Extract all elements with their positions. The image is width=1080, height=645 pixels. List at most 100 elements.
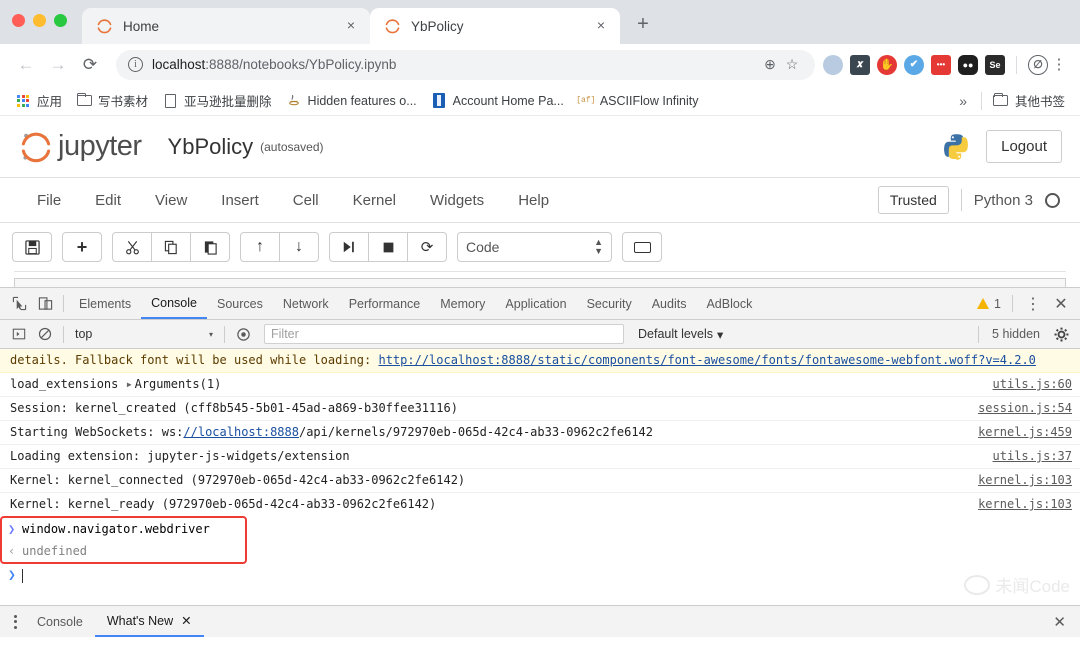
devtools-tab-memory[interactable]: Memory [430, 288, 495, 319]
menu-file[interactable]: File [20, 186, 78, 215]
console-row-log[interactable]: load_extensions ▸Arguments(1) utils.js:6… [0, 373, 1080, 397]
close-icon[interactable]: × [592, 17, 610, 35]
devtools-more-button[interactable]: ⋮ [1020, 291, 1046, 317]
bookmark-other-bookmarks[interactable]: 其他书签 [986, 89, 1072, 113]
menu-edit[interactable]: Edit [78, 186, 138, 215]
reload-button[interactable]: ⟳ [74, 49, 106, 81]
execution-context-select[interactable]: top ▾ [69, 324, 219, 344]
menu-help[interactable]: Help [501, 186, 566, 215]
bookmark-amazon-bulk-delete[interactable]: 亚马逊批量删除 [155, 89, 279, 113]
devtools-tab-audits[interactable]: Audits [642, 288, 697, 319]
bookmark-apps[interactable]: 应用 [8, 89, 69, 113]
console-settings-gear-icon[interactable] [1048, 321, 1074, 347]
console-output-row[interactable]: ‹ undefined [2, 540, 245, 562]
devtools-close-button[interactable]: ✕ [1048, 291, 1074, 317]
browser-menu-button[interactable]: ⋮ [1048, 57, 1070, 72]
command-palette-button[interactable] [622, 232, 662, 262]
maximize-window-button[interactable] [54, 14, 67, 27]
toggle-device-toolbar-icon[interactable] [32, 291, 58, 317]
minimize-window-button[interactable] [33, 14, 46, 27]
console-row-log[interactable]: Loading extension: jupyter-js-widgets/ex… [0, 445, 1080, 469]
console-row-log[interactable]: Session: kernel_created (cff8b545-5b01-4… [0, 397, 1080, 421]
drawer-tab-console[interactable]: Console [25, 606, 95, 637]
close-window-button[interactable] [12, 14, 25, 27]
close-icon[interactable]: × [342, 17, 360, 35]
menu-kernel[interactable]: Kernel [336, 186, 413, 215]
console-row-log[interactable]: Starting WebSockets: ws://localhost:8888… [0, 421, 1080, 445]
drawer-close-button[interactable]: ✕ [1045, 613, 1074, 631]
notebook-title[interactable]: YbPolicy [168, 134, 254, 160]
warning-count-badge[interactable]: 1 [977, 297, 1005, 311]
zoom-icon[interactable]: ⊕ [759, 56, 781, 73]
expand-arrow-icon[interactable]: ▸ [126, 376, 135, 393]
new-tab-button[interactable]: + [628, 10, 658, 40]
console-message-list[interactable]: details. Fallback font will be used whil… [0, 349, 1080, 605]
browser-tab-ybpolicy[interactable]: YbPolicy × [370, 8, 620, 44]
jupyter-logo[interactable]: jupyter [18, 129, 142, 165]
check-shield-extension-icon[interactable]: ✔ [904, 55, 924, 75]
drawer-more-button[interactable] [6, 615, 25, 629]
console-object-preview[interactable]: Arguments(1) [135, 377, 222, 391]
menu-cell[interactable]: Cell [276, 186, 336, 215]
back-button[interactable]: ← [10, 49, 42, 81]
run-cell-button[interactable] [329, 232, 369, 262]
incognito-badge-icon[interactable]: ∅ [1028, 55, 1048, 75]
save-button[interactable] [12, 232, 52, 262]
devtools-tab-network[interactable]: Network [273, 288, 339, 319]
cut-cell-button[interactable] [112, 232, 152, 262]
console-filter-input[interactable]: Filter [264, 324, 624, 344]
console-row-log[interactable]: Kernel: kernel_ready (972970eb-065d-42c4… [0, 493, 1080, 516]
address-bar[interactable]: i localhost:8888/notebooks/YbPolicy.ipyn… [116, 50, 815, 80]
bookmark-account-home[interactable]: Account Home Pa... [424, 89, 571, 113]
console-source-link[interactable]: kernel.js:103 [978, 496, 1072, 513]
console-input-echo-row[interactable]: ❯ window.navigator.webdriver [2, 518, 245, 540]
hidden-messages-count[interactable]: 5 hidden [984, 327, 1048, 341]
devtools-tab-security[interactable]: Security [577, 288, 642, 319]
bookmarks-overflow-button[interactable]: » [949, 93, 977, 109]
console-levels-select[interactable]: Default levels ▾ [632, 327, 729, 342]
devtools-tab-adblock[interactable]: AdBlock [696, 288, 762, 319]
devtools-tab-sources[interactable]: Sources [207, 288, 273, 319]
devtools-tab-elements[interactable]: Elements [69, 288, 141, 319]
console-source-link[interactable]: utils.js:60 [993, 376, 1072, 393]
logout-button[interactable]: Logout [986, 130, 1062, 163]
bookmark-hidden-features[interactable]: Hidden features o... [279, 89, 424, 113]
live-expression-eye-icon[interactable] [230, 321, 256, 347]
console-prompt-row[interactable]: ❯ [0, 564, 1080, 587]
notebook-cell-area[interactable] [14, 271, 1066, 287]
stop-hand-extension-icon[interactable]: ✋ [877, 55, 897, 75]
red-dots-extension-icon[interactable]: ••• [931, 55, 951, 75]
devtools-tab-console[interactable]: Console [141, 288, 207, 319]
devtools-tab-application[interactable]: Application [495, 288, 576, 319]
page-info-icon[interactable]: i [128, 57, 143, 72]
console-source-link[interactable]: kernel.js:459 [978, 424, 1072, 441]
console-sidebar-toggle-icon[interactable] [6, 321, 32, 347]
bookmark-star-icon[interactable]: ☆ [781, 56, 803, 73]
console-row-log[interactable]: Kernel: kernel_connected (972970eb-065d-… [0, 469, 1080, 493]
menu-insert[interactable]: Insert [204, 186, 276, 215]
console-link[interactable]: //localhost:8888 [183, 425, 299, 439]
browser-tab-home[interactable]: Home × [82, 8, 370, 44]
selenium-extension-icon[interactable]: Se [985, 55, 1005, 75]
console-source-link[interactable]: utils.js:37 [993, 448, 1072, 465]
copy-cell-button[interactable] [151, 232, 191, 262]
clear-console-icon[interactable] [32, 321, 58, 347]
close-icon[interactable]: ✕ [181, 613, 191, 628]
console-row-warning[interactable]: details. Fallback font will be used whil… [0, 349, 1080, 373]
devtools-tab-performance[interactable]: Performance [339, 288, 431, 319]
paste-cell-button[interactable] [190, 232, 230, 262]
console-source-link[interactable]: session.js:54 [978, 400, 1072, 417]
forward-button[interactable]: → [42, 49, 74, 81]
drawer-tab-whats-new[interactable]: What's New ✕ [95, 606, 204, 637]
inspect-element-icon[interactable] [6, 291, 32, 317]
menu-view[interactable]: View [138, 186, 204, 215]
dark-eyes-extension-icon[interactable]: ●● [958, 55, 978, 75]
restart-kernel-button[interactable]: ⟳ [407, 232, 447, 262]
move-cell-up-button[interactable]: ↑ [240, 232, 280, 262]
bookmark-folder-writing[interactable]: 写书素材 [69, 89, 155, 113]
cell-type-select[interactable]: Code ▲▼ [457, 232, 612, 262]
bookmark-asciiflow[interactable]: [af] ASCIIFlow Infinity [571, 89, 706, 113]
insert-cell-below-button[interactable]: + [62, 232, 102, 262]
x-extension-icon[interactable]: 𝒙 [850, 55, 870, 75]
move-cell-down-button[interactable]: ↓ [279, 232, 319, 262]
